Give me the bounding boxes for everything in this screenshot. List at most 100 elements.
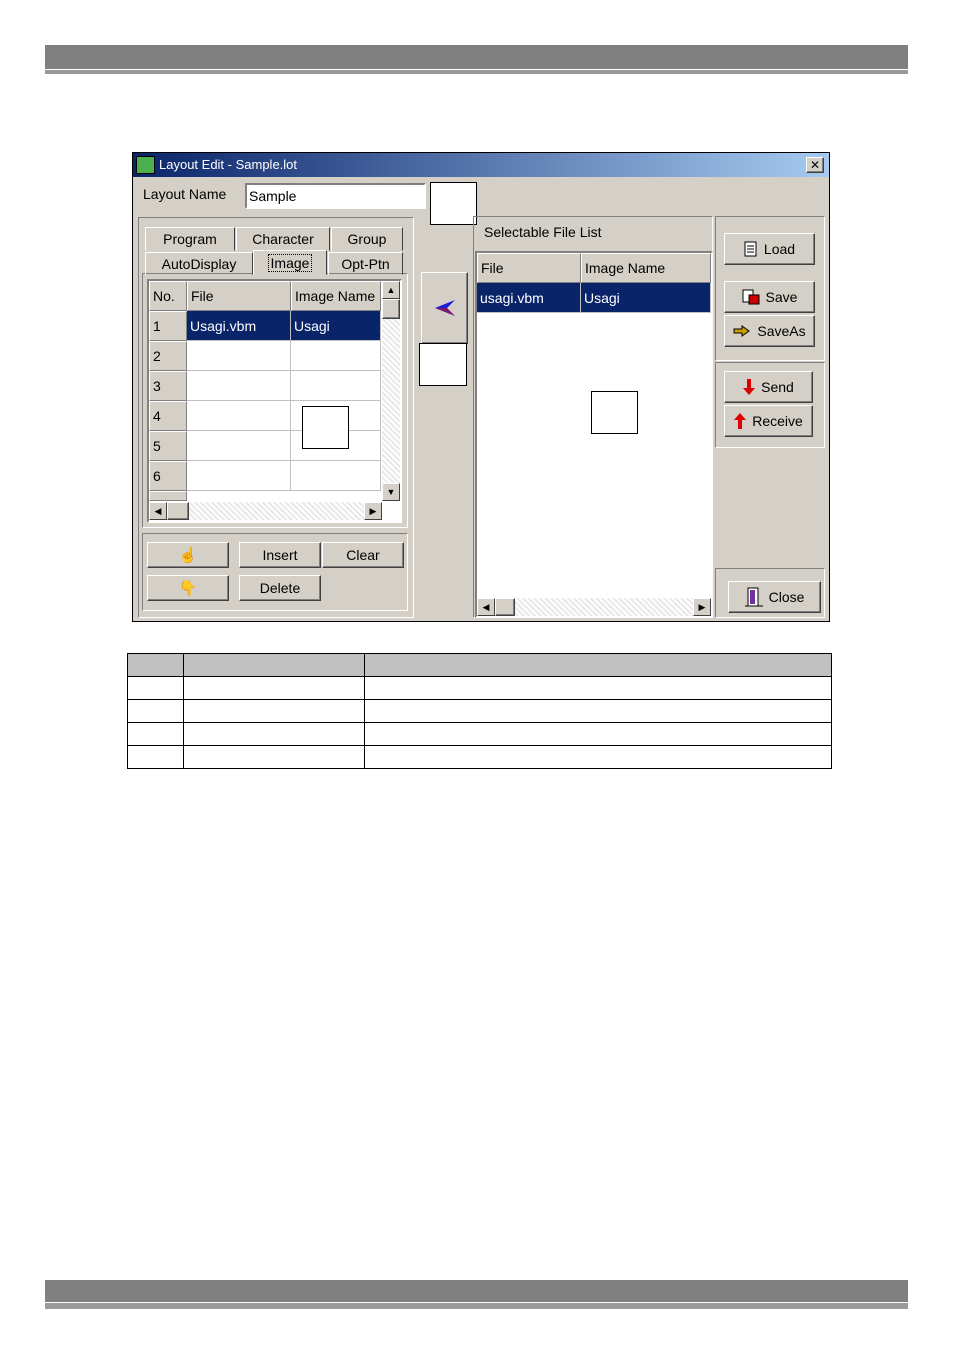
row-number[interactable]: 5 bbox=[149, 431, 187, 461]
insert-label: Insert bbox=[262, 547, 298, 563]
file-list-header-image-name[interactable]: Image Name bbox=[581, 253, 711, 283]
tab-image[interactable]: Image bbox=[253, 250, 327, 275]
tab-program[interactable]: Program bbox=[145, 227, 235, 251]
row-number[interactable]: 3 bbox=[149, 371, 187, 401]
tab-opt-ptn[interactable]: Opt-Ptn bbox=[328, 252, 403, 275]
insert-button[interactable]: Insert bbox=[239, 542, 321, 568]
table-cell bbox=[127, 722, 184, 746]
scroll-right-icon[interactable]: ▶ bbox=[364, 502, 382, 520]
exit-door-icon bbox=[744, 587, 763, 607]
window-title: Layout Edit - Sample.lot bbox=[159, 157, 298, 172]
table-cell-file[interactable] bbox=[187, 431, 291, 461]
col-header-file[interactable]: File bbox=[187, 281, 291, 311]
save-icon bbox=[742, 289, 760, 305]
tab-character-label: Character bbox=[252, 231, 314, 247]
row-number[interactable]: 6 bbox=[149, 461, 187, 491]
move-down-button[interactable]: 👇 bbox=[147, 575, 229, 601]
app-icon bbox=[136, 156, 155, 174]
table-cell bbox=[127, 699, 184, 723]
arrow-left-icon bbox=[434, 300, 455, 316]
description-table bbox=[127, 653, 832, 769]
table-row bbox=[127, 676, 832, 700]
file-list-cell-file[interactable]: usagi.vbm bbox=[477, 283, 581, 313]
arrow-up-icon bbox=[734, 413, 747, 429]
page-footer-bar bbox=[45, 1280, 908, 1302]
h-scroll-thumb[interactable] bbox=[167, 502, 189, 520]
add-to-layout-button[interactable] bbox=[421, 272, 468, 344]
delete-label: Delete bbox=[259, 580, 301, 596]
row-number[interactable]: 1 bbox=[149, 311, 187, 341]
row-number[interactable]: 2 bbox=[149, 341, 187, 371]
tab-group-label: Group bbox=[347, 231, 387, 247]
table-cell bbox=[127, 676, 184, 700]
table-cell-image-name[interactable] bbox=[291, 341, 381, 371]
description-table-header bbox=[127, 653, 832, 677]
table-cell-image-name[interactable] bbox=[291, 461, 381, 491]
col-header-image-name[interactable]: Image Name bbox=[291, 281, 381, 311]
hand-up-icon: ☝ bbox=[178, 547, 198, 564]
tab-character[interactable]: Character bbox=[236, 227, 330, 251]
load-button[interactable]: Load bbox=[724, 233, 815, 265]
hand-down-icon: 👇 bbox=[178, 580, 198, 597]
callout-box-1 bbox=[430, 182, 477, 225]
file-scroll-right-icon[interactable]: ▶ bbox=[693, 598, 711, 616]
callout-box-2 bbox=[419, 343, 467, 386]
load-icon bbox=[744, 241, 757, 257]
close-label: Close bbox=[768, 589, 805, 605]
scroll-thumb[interactable] bbox=[382, 299, 400, 319]
table-cell-file[interactable] bbox=[187, 341, 291, 371]
receive-label: Receive bbox=[752, 413, 803, 429]
row-number-partial[interactable] bbox=[149, 491, 187, 501]
page-header-bar bbox=[45, 45, 908, 69]
table-cell-file[interactable] bbox=[187, 371, 291, 401]
file-h-scroll-thumb[interactable] bbox=[495, 598, 515, 616]
file-list[interactable]: File Image Name usagi.vbm Usagi ◀ ▶ bbox=[475, 251, 713, 618]
table-cell-image-name[interactable]: Usagi bbox=[291, 311, 381, 341]
close-button[interactable]: Close bbox=[728, 581, 821, 613]
table-cell bbox=[183, 745, 365, 769]
tab-program-label: Program bbox=[163, 231, 217, 247]
saveas-label: SaveAs bbox=[757, 323, 806, 339]
file-list-title: Selectable File List bbox=[484, 224, 602, 240]
tab-group[interactable]: Group bbox=[331, 227, 403, 251]
send-button[interactable]: Send bbox=[724, 371, 813, 403]
tab-autodisplay-label: AutoDisplay bbox=[161, 255, 237, 272]
layout-name-input[interactable]: Sample bbox=[245, 183, 426, 209]
scroll-up-icon[interactable]: ▲ bbox=[382, 281, 400, 299]
arrow-down-icon bbox=[743, 379, 756, 395]
table-cell bbox=[364, 699, 832, 723]
file-scroll-left-icon[interactable]: ◀ bbox=[477, 598, 495, 616]
table-cell-image-name[interactable] bbox=[291, 371, 381, 401]
table-cell-file[interactable]: Usagi.vbm bbox=[187, 311, 291, 341]
file-list-cell-image-name[interactable]: Usagi bbox=[581, 283, 711, 313]
layout-name-value: Sample bbox=[249, 188, 297, 204]
send-label: Send bbox=[761, 379, 794, 395]
row-number[interactable]: 4 bbox=[149, 401, 187, 431]
saveas-button[interactable]: SaveAs bbox=[724, 315, 815, 347]
move-up-button[interactable]: ☝ bbox=[147, 542, 229, 568]
file-list-header-file[interactable]: File bbox=[477, 253, 581, 283]
table-cell bbox=[127, 745, 184, 769]
col-header-no[interactable]: No. bbox=[149, 281, 187, 311]
table-cell-file[interactable] bbox=[187, 461, 291, 491]
saveas-icon bbox=[733, 325, 751, 337]
header-cell bbox=[127, 653, 184, 677]
table-cell-file[interactable] bbox=[187, 401, 291, 431]
scroll-down-icon[interactable]: ▼ bbox=[382, 483, 400, 501]
receive-button[interactable]: Receive bbox=[724, 405, 813, 437]
table-cell bbox=[183, 699, 365, 723]
clear-label: Clear bbox=[346, 547, 380, 563]
scroll-left-icon[interactable]: ◀ bbox=[149, 502, 167, 520]
table-cell bbox=[183, 722, 365, 746]
header-cell bbox=[183, 653, 365, 677]
layout-name-label: Layout Name bbox=[143, 186, 227, 202]
save-button[interactable]: Save bbox=[724, 281, 815, 313]
image-grid[interactable]: No. File Image Name 1 Usagi.vbm Usagi 2 3 4 5 6… bbox=[147, 279, 402, 523]
table-row bbox=[127, 699, 832, 723]
delete-button[interactable]: Delete bbox=[239, 575, 321, 601]
close-window-button[interactable]: ✕ bbox=[806, 157, 824, 173]
save-label: Save bbox=[765, 289, 798, 305]
table-cell bbox=[364, 676, 832, 700]
clear-button[interactable]: Clear bbox=[322, 542, 404, 568]
tab-autodisplay[interactable]: AutoDisplay bbox=[145, 252, 253, 275]
